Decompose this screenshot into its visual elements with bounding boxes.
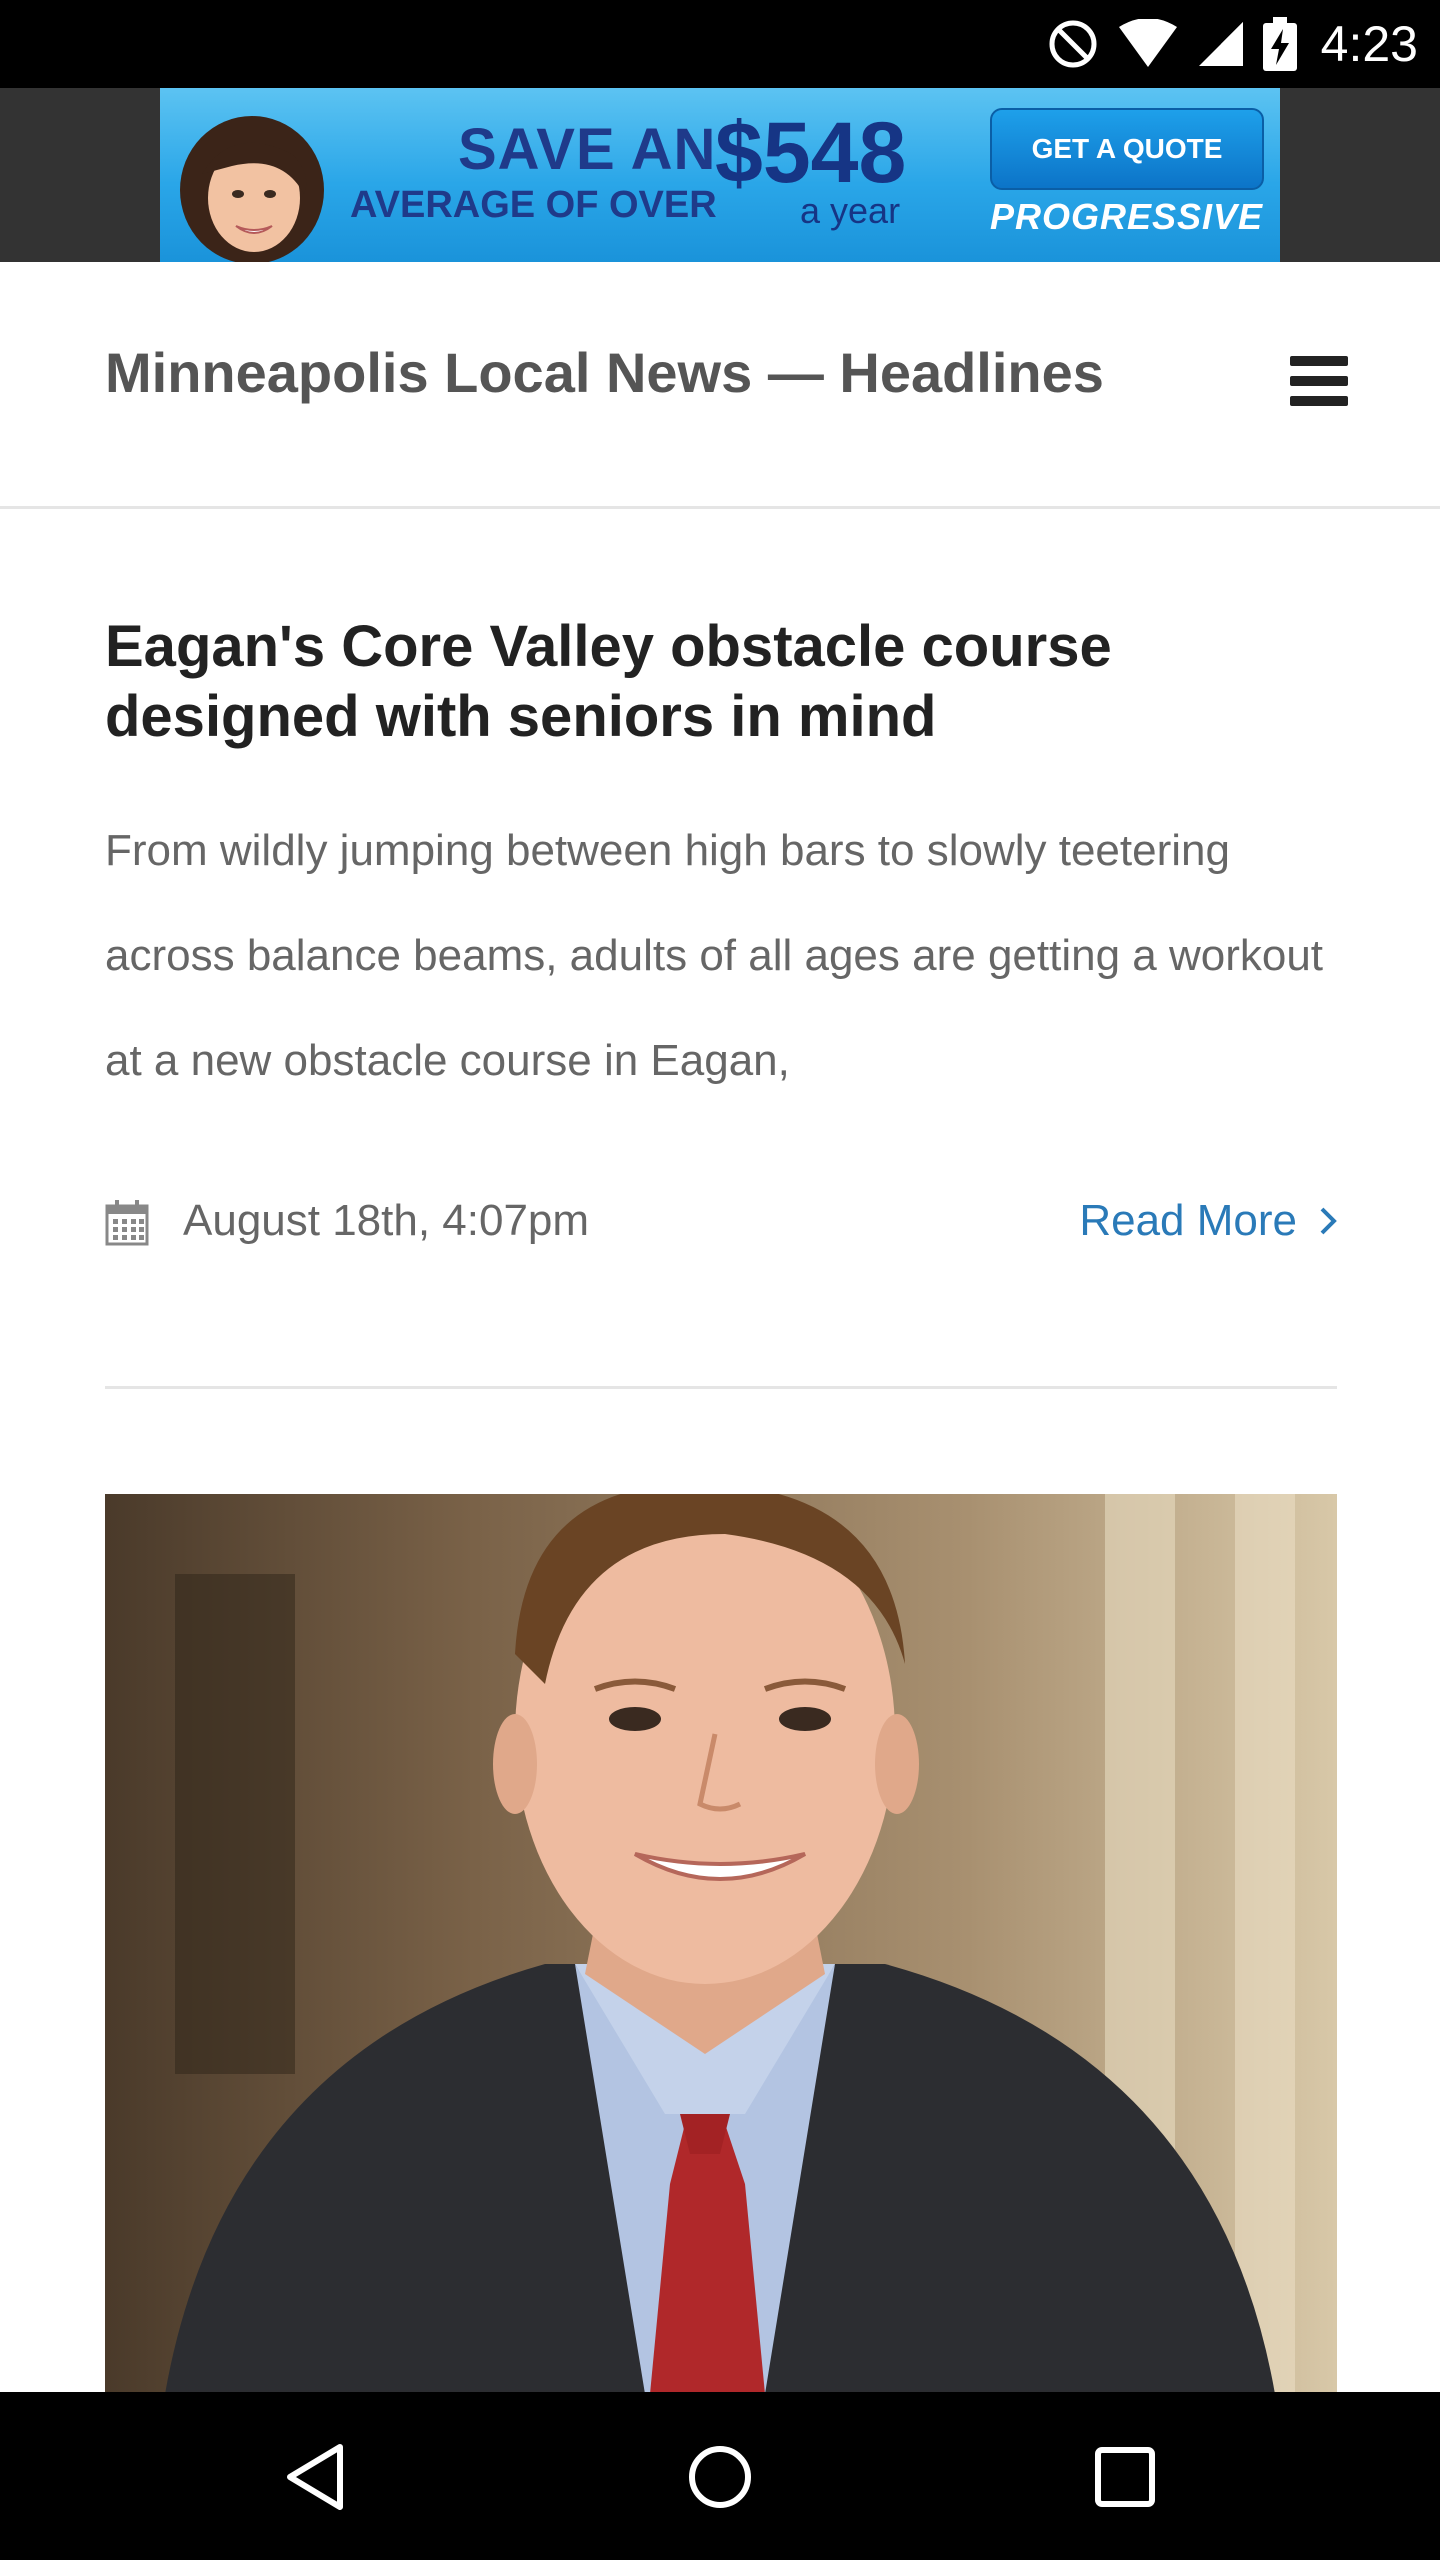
menu-bar [1290,396,1348,406]
back-icon[interactable] [270,2432,360,2522]
ad-headline-top: SAVE AN [458,117,717,182]
home-icon[interactable] [675,2432,765,2522]
status-icons: 4:23 [1047,0,1418,88]
menu-bar [1290,376,1348,386]
signal-icon [1198,22,1243,66]
calendar-icon [105,1200,149,1246]
article-excerpt: From wildly jumping between high bars to… [105,826,1324,1085]
read-more-link[interactable]: Read More [1079,1196,1337,1246]
do-not-disturb-icon [1049,20,1097,68]
ad-headline-bottom: AVERAGE OF OVER [350,184,717,226]
status-bar: 4:23 [0,0,1440,88]
status-time: 4:23 [1320,16,1418,72]
article-meta: August 18th, 4:07pm Read More [105,1190,1337,1260]
battery-charging-icon [1262,17,1297,71]
ad-period: a year [800,190,901,231]
chevron-right-icon [1320,1207,1337,1235]
hamburger-menu-icon[interactable] [1290,356,1348,406]
menu-bar [1290,356,1348,366]
get-a-quote-button[interactable]: GET A QUOTE [990,108,1264,190]
ad-woman-image [180,116,324,262]
wifi-icon [1118,19,1177,67]
ad-amount: $548 [715,105,907,201]
ad-banner[interactable]: SAVE AN AVERAGE OF OVER $548 a year GET … [160,88,1280,262]
system-nav-bar [0,2392,1440,2560]
article-photo[interactable] [105,1494,1337,2394]
recents-icon[interactable] [1080,2432,1170,2522]
site-title[interactable]: Minneapolis Local News — Headlines [105,340,1104,405]
site-header: Minneapolis Local News — Headlines [0,262,1440,509]
article-divider [105,1386,1337,1389]
read-more-label: Read More [1079,1196,1297,1245]
article-title[interactable]: Eagan's Core Valley obstacle course desi… [105,612,1345,752]
article-date: August 18th, 4:07pm [183,1196,590,1245]
ad-band: SAVE AN AVERAGE OF OVER $548 a year GET … [0,88,1440,262]
man-portrait-image [105,1494,1337,2394]
ad-brand-logo: PROGRESSIVE [990,196,1264,237]
